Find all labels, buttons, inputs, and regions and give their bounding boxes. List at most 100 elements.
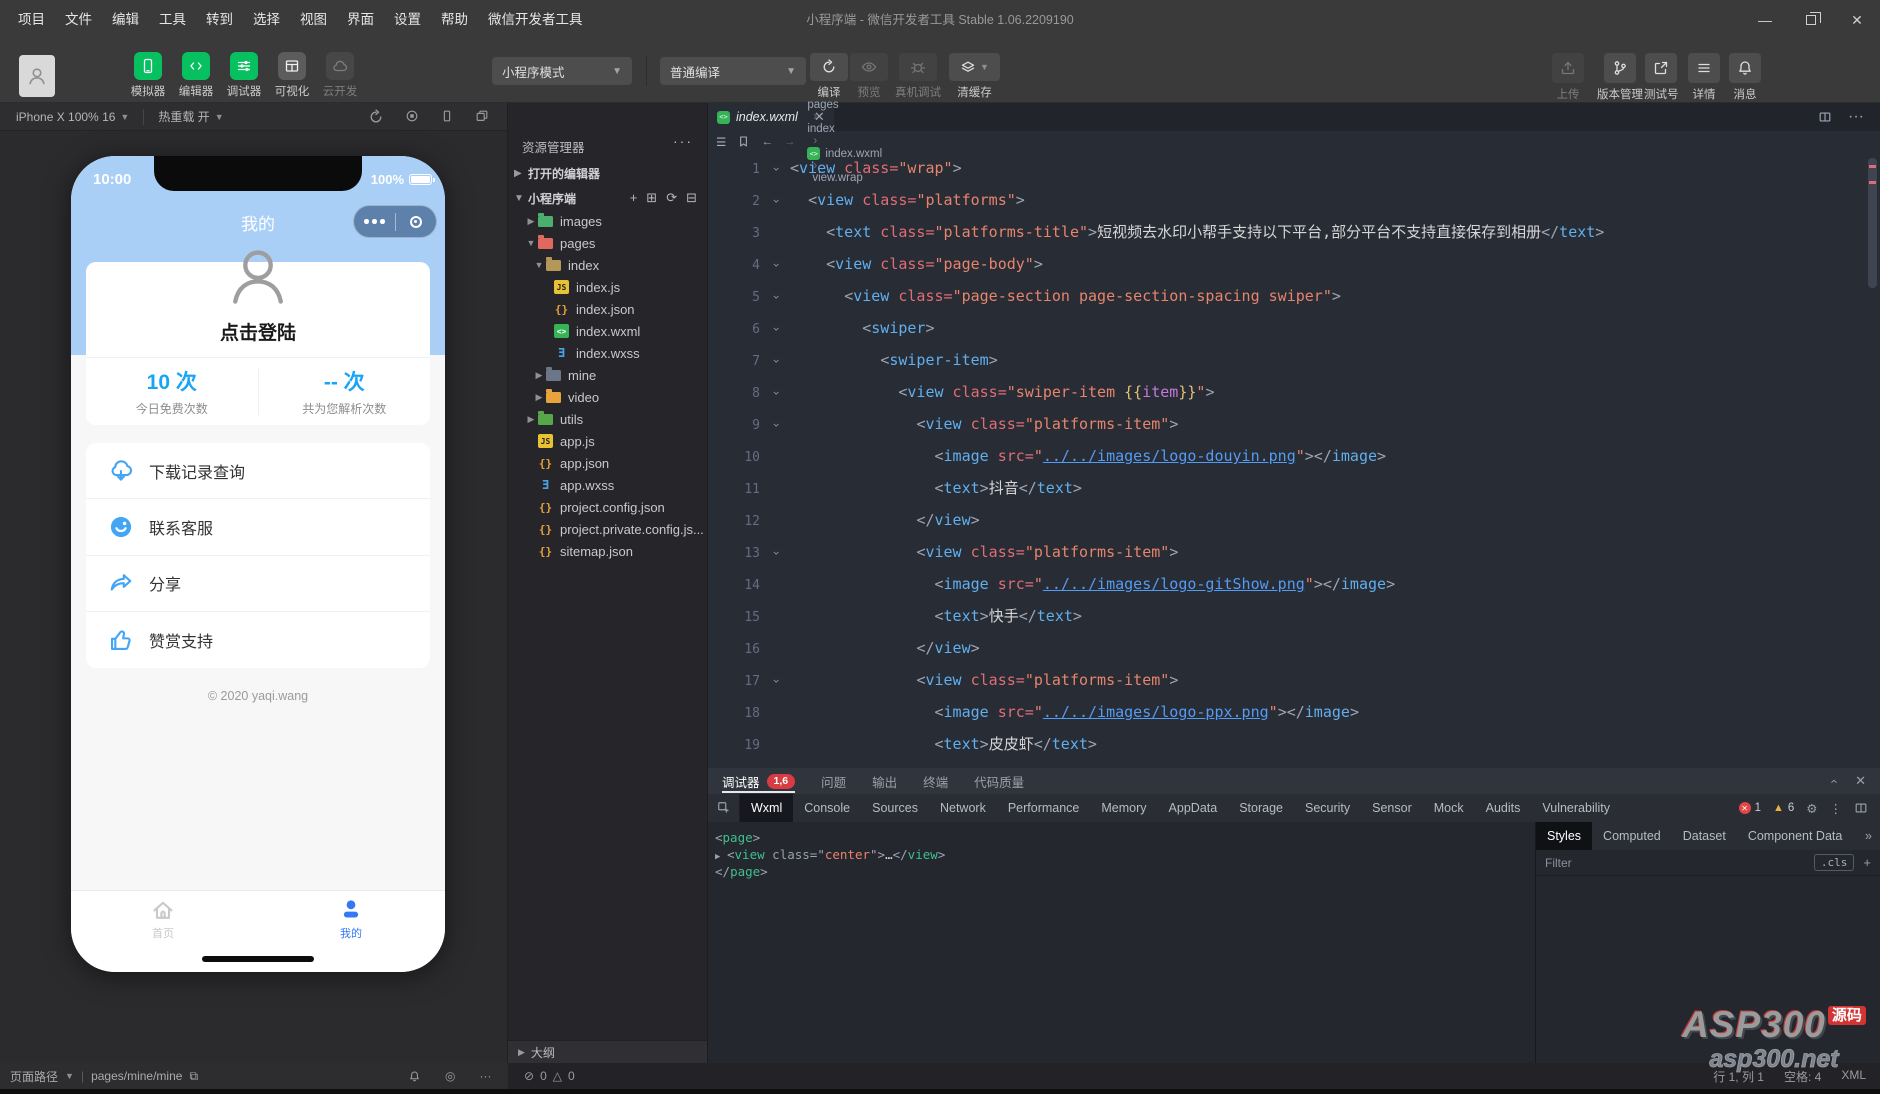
menu-工具[interactable]: 工具 (149, 0, 196, 40)
wxml-dom-tree[interactable]: <page> ▶ <view class="center">…</view> </pa… (708, 822, 1535, 1063)
action-编译[interactable]: 编译 (810, 53, 848, 100)
menu-row-赞赏支持[interactable]: 赞赏支持 (86, 612, 430, 668)
add-style-icon[interactable]: + (1863, 855, 1871, 870)
nav-back-icon[interactable]: ← (761, 136, 773, 148)
compile-select[interactable]: 普通编译 ▼ (660, 57, 806, 85)
devtools-tab-storage[interactable]: Storage (1228, 794, 1294, 822)
action-详情[interactable]: 详情 (1688, 53, 1720, 102)
devtools-tab-wxml[interactable]: Wxml (740, 794, 794, 822)
status-xml[interactable]: XML (1841, 1068, 1866, 1085)
device-frame-icon[interactable] (440, 109, 454, 125)
styles-tab-styles[interactable]: Styles (1536, 822, 1593, 850)
cls-button[interactable]: .cls (1813, 854, 1855, 871)
hot-reload-toggle[interactable]: 热重载 开 ▼ (158, 108, 223, 125)
menu-微信开发者工具[interactable]: 微信开发者工具 (478, 0, 593, 40)
mode-select[interactable]: 小程序模式 ▼ (492, 57, 632, 85)
tree-item-index-json[interactable]: {} index.json (508, 298, 707, 320)
more-options-icon[interactable]: ⋮ (1830, 801, 1843, 816)
explorer-more-icon[interactable]: ··· (673, 133, 693, 149)
more-icon[interactable]: ··· (479, 1069, 491, 1083)
devtools-tab-sensor[interactable]: Sensor (1361, 794, 1423, 822)
more-actions-icon[interactable]: ··· (1848, 108, 1864, 126)
inspect-element-icon[interactable] (708, 794, 740, 822)
page-path-label[interactable]: 页面路径 (10, 1068, 58, 1085)
fold-chevron-icon[interactable]: › (764, 536, 790, 569)
breadcrumb-index[interactable]: index (807, 123, 882, 135)
outline-list-icon[interactable]: ☰ (716, 135, 726, 149)
close-button[interactable]: ✕ (1834, 0, 1880, 40)
phone-simulator[interactable]: 10:00 100% 我的 点击登陆 10 次今日免费次数 -- 次共为您解析次数… (71, 156, 445, 972)
device-select[interactable]: iPhone X 100% 16 ▼ (16, 110, 129, 124)
section-open-editors[interactable]: ▶ 打开的编辑器 (508, 161, 707, 185)
fold-chevron-icon[interactable]: › (764, 280, 790, 313)
phone-tab-首页[interactable]: 首页 (123, 897, 203, 941)
restore-button[interactable] (1788, 0, 1834, 40)
phone-tab-我的[interactable]: 我的 (311, 897, 391, 941)
menu-项目[interactable]: 项目 (8, 0, 55, 40)
fold-chevron-icon[interactable]: › (764, 312, 790, 345)
menu-选择[interactable]: 选择 (243, 0, 290, 40)
styles-tab-computed[interactable]: Computed (1592, 822, 1672, 850)
menu-帮助[interactable]: 帮助 (431, 0, 478, 40)
action-清缓存[interactable]: ▼ 清缓存 (949, 53, 1000, 100)
outline-section[interactable]: ▶ 大纲 (508, 1040, 708, 1063)
code-editor[interactable]: 1 › <view class="wrap"> 2 › <view class="pla… (708, 152, 1880, 768)
fold-chevron-icon[interactable]: › (764, 248, 790, 281)
tree-item-mine[interactable]: ▶ mine (508, 364, 707, 386)
dom-node-0[interactable]: <page> (715, 829, 1535, 846)
menu-视图[interactable]: 视图 (290, 0, 337, 40)
fold-chevron-icon[interactable]: › (764, 184, 790, 217)
toolbar-button-调试器[interactable]: 调试器 (220, 52, 268, 99)
styles-tab-dataset[interactable]: Dataset (1672, 822, 1737, 850)
menu-设置[interactable]: 设置 (384, 0, 431, 40)
refresh-icon[interactable]: ⟳ (666, 190, 677, 206)
fold-chevron-icon[interactable]: › (764, 664, 790, 697)
tree-item-sitemap-json[interactable]: {} sitemap.json (508, 540, 707, 562)
fold-chevron-icon[interactable]: › (764, 152, 790, 185)
problems-summary[interactable]: ⊘ 0 △ 0 (524, 1069, 575, 1083)
tree-item-app-json[interactable]: {} app.json (508, 452, 707, 474)
debugger-tab-问题[interactable]: 问题 (821, 768, 846, 794)
capsule-menu[interactable] (353, 205, 437, 238)
debugger-tab-代码质量[interactable]: 代码质量 (974, 768, 1024, 794)
record-icon[interactable] (405, 109, 419, 125)
toolbar-button-可视化[interactable]: 可视化 (268, 52, 316, 99)
status-空格-4[interactable]: 空格: 4 (1784, 1068, 1821, 1085)
section-project-root[interactable]: ▼ 小程序端 + ⊞ ⟳ ⊟ (508, 186, 707, 210)
toolbar-button-编辑器[interactable]: 编辑器 (172, 52, 220, 99)
login-button[interactable]: 点击登陆 (86, 318, 430, 345)
menu-row-联系客服[interactable]: 联系客服 (86, 499, 430, 556)
tree-item-pages[interactable]: ▼ pages (508, 232, 707, 254)
tree-item-index[interactable]: ▼ index (508, 254, 707, 276)
preview-eye-icon[interactable]: ◎ (445, 1069, 455, 1083)
menu-界面[interactable]: 界面 (337, 0, 384, 40)
action-测试号[interactable]: 测试号 (1644, 53, 1679, 102)
devtools-tab-performance[interactable]: Performance (997, 794, 1091, 822)
tree-item-video[interactable]: ▶ video (508, 386, 707, 408)
tree-item-app-wxss[interactable]: Ǝapp.wxss (508, 474, 707, 496)
breadcrumb-pages[interactable]: pages (807, 99, 882, 111)
more-dots-icon[interactable] (354, 219, 395, 224)
devtools-tab-vulnerability[interactable]: Vulnerability (1531, 794, 1621, 822)
dom-node-1[interactable]: ▶ <view class="center">…</view> (715, 846, 1535, 863)
tree-item-index-wxml[interactable]: <> index.wxml (508, 320, 707, 342)
split-editor-icon[interactable] (1818, 110, 1832, 124)
tree-item-utils[interactable]: ▶ utils (508, 408, 707, 430)
bookmark-icon[interactable] (737, 135, 750, 148)
menu-row-分享[interactable]: 分享 (86, 556, 430, 612)
tree-item-project-config-json[interactable]: {} project.config.json (508, 496, 707, 518)
devtools-tab-mock[interactable]: Mock (1423, 794, 1475, 822)
styles-tab-component-data[interactable]: Component Data (1737, 822, 1854, 850)
dock-side-icon[interactable] (1854, 801, 1868, 815)
action-上传[interactable]: 上传 (1552, 53, 1584, 102)
menu-文件[interactable]: 文件 (55, 0, 102, 40)
minimize-button[interactable]: — (1742, 0, 1788, 40)
tree-item-project-private-config-js-[interactable]: {} project.private.config.js... (508, 518, 707, 540)
devtools-tab-sources[interactable]: Sources (861, 794, 929, 822)
tree-item-index-wxss[interactable]: Ǝindex.wxss (508, 342, 707, 364)
notification-bell-icon[interactable] (408, 1070, 421, 1083)
menu-row-下载记录查询[interactable]: 下载记录查询 (86, 443, 430, 500)
exit-circle-icon[interactable] (396, 215, 437, 228)
debugger-tab-终端[interactable]: 终端 (923, 768, 948, 794)
devtools-tab-memory[interactable]: Memory (1090, 794, 1157, 822)
